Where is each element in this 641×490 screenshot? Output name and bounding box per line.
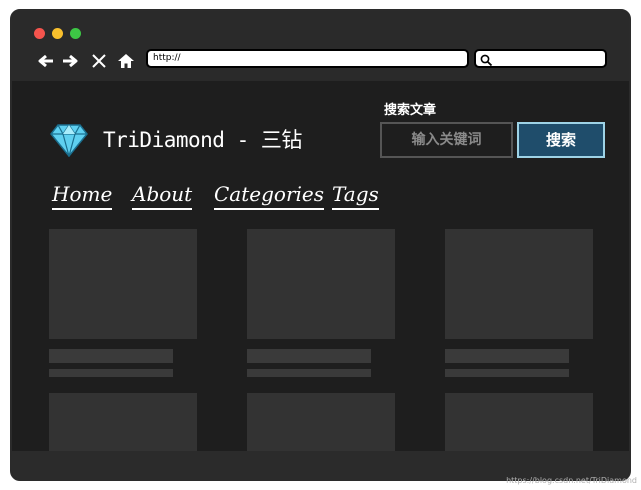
maximize-window-button[interactable] — [70, 28, 81, 39]
close-icon[interactable] — [89, 51, 109, 71]
watermark: https://blog.csdn.net/TriDiamond — [506, 476, 637, 485]
search-label: 搜索文章 — [384, 103, 437, 118]
close-window-button[interactable] — [34, 28, 45, 39]
browser-window: http:// TriDiamond - 三钻 搜索文章 输入关键词 搜索 Ho… — [10, 9, 631, 481]
page-content: TriDiamond - 三钻 搜索文章 输入关键词 搜索 Home About… — [12, 81, 629, 453]
post-card-thumbnail[interactable] — [445, 393, 593, 453]
menu-item-categories[interactable]: Categories — [214, 181, 324, 210]
post-card-title-placeholder — [445, 349, 569, 363]
home-icon[interactable] — [116, 51, 136, 71]
url-bar[interactable]: http:// — [146, 49, 469, 68]
back-arrow-icon[interactable] — [36, 51, 56, 71]
browser-search-field[interactable] — [474, 49, 607, 68]
post-card-meta-placeholder — [445, 369, 569, 377]
forward-arrow-icon[interactable] — [60, 51, 80, 71]
post-card-meta-placeholder — [247, 369, 371, 377]
post-card-title-placeholder — [49, 349, 173, 363]
menu-item-tags[interactable]: Tags — [332, 181, 379, 210]
post-card-thumbnail[interactable] — [445, 229, 593, 339]
site-title[interactable]: TriDiamond - 三钻 — [103, 125, 302, 155]
post-card-thumbnail[interactable] — [49, 229, 197, 339]
search-button[interactable]: 搜索 — [517, 122, 605, 158]
post-card-thumbnail[interactable] — [247, 229, 395, 339]
search-icon — [480, 52, 493, 71]
search-input[interactable]: 输入关键词 — [380, 122, 513, 158]
page: http:// TriDiamond - 三钻 搜索文章 输入关键词 搜索 Ho… — [0, 0, 641, 490]
post-card-meta-placeholder — [49, 369, 173, 377]
browser-toolbar: http:// — [12, 11, 629, 81]
menu-item-home[interactable]: Home — [52, 181, 113, 210]
diamond-logo-icon[interactable] — [50, 123, 90, 159]
post-card-thumbnail[interactable] — [49, 393, 197, 453]
menu-item-about[interactable]: About — [132, 181, 193, 210]
post-card-thumbnail[interactable] — [247, 393, 395, 453]
minimize-window-button[interactable] — [52, 28, 63, 39]
post-card-title-placeholder — [247, 349, 371, 363]
